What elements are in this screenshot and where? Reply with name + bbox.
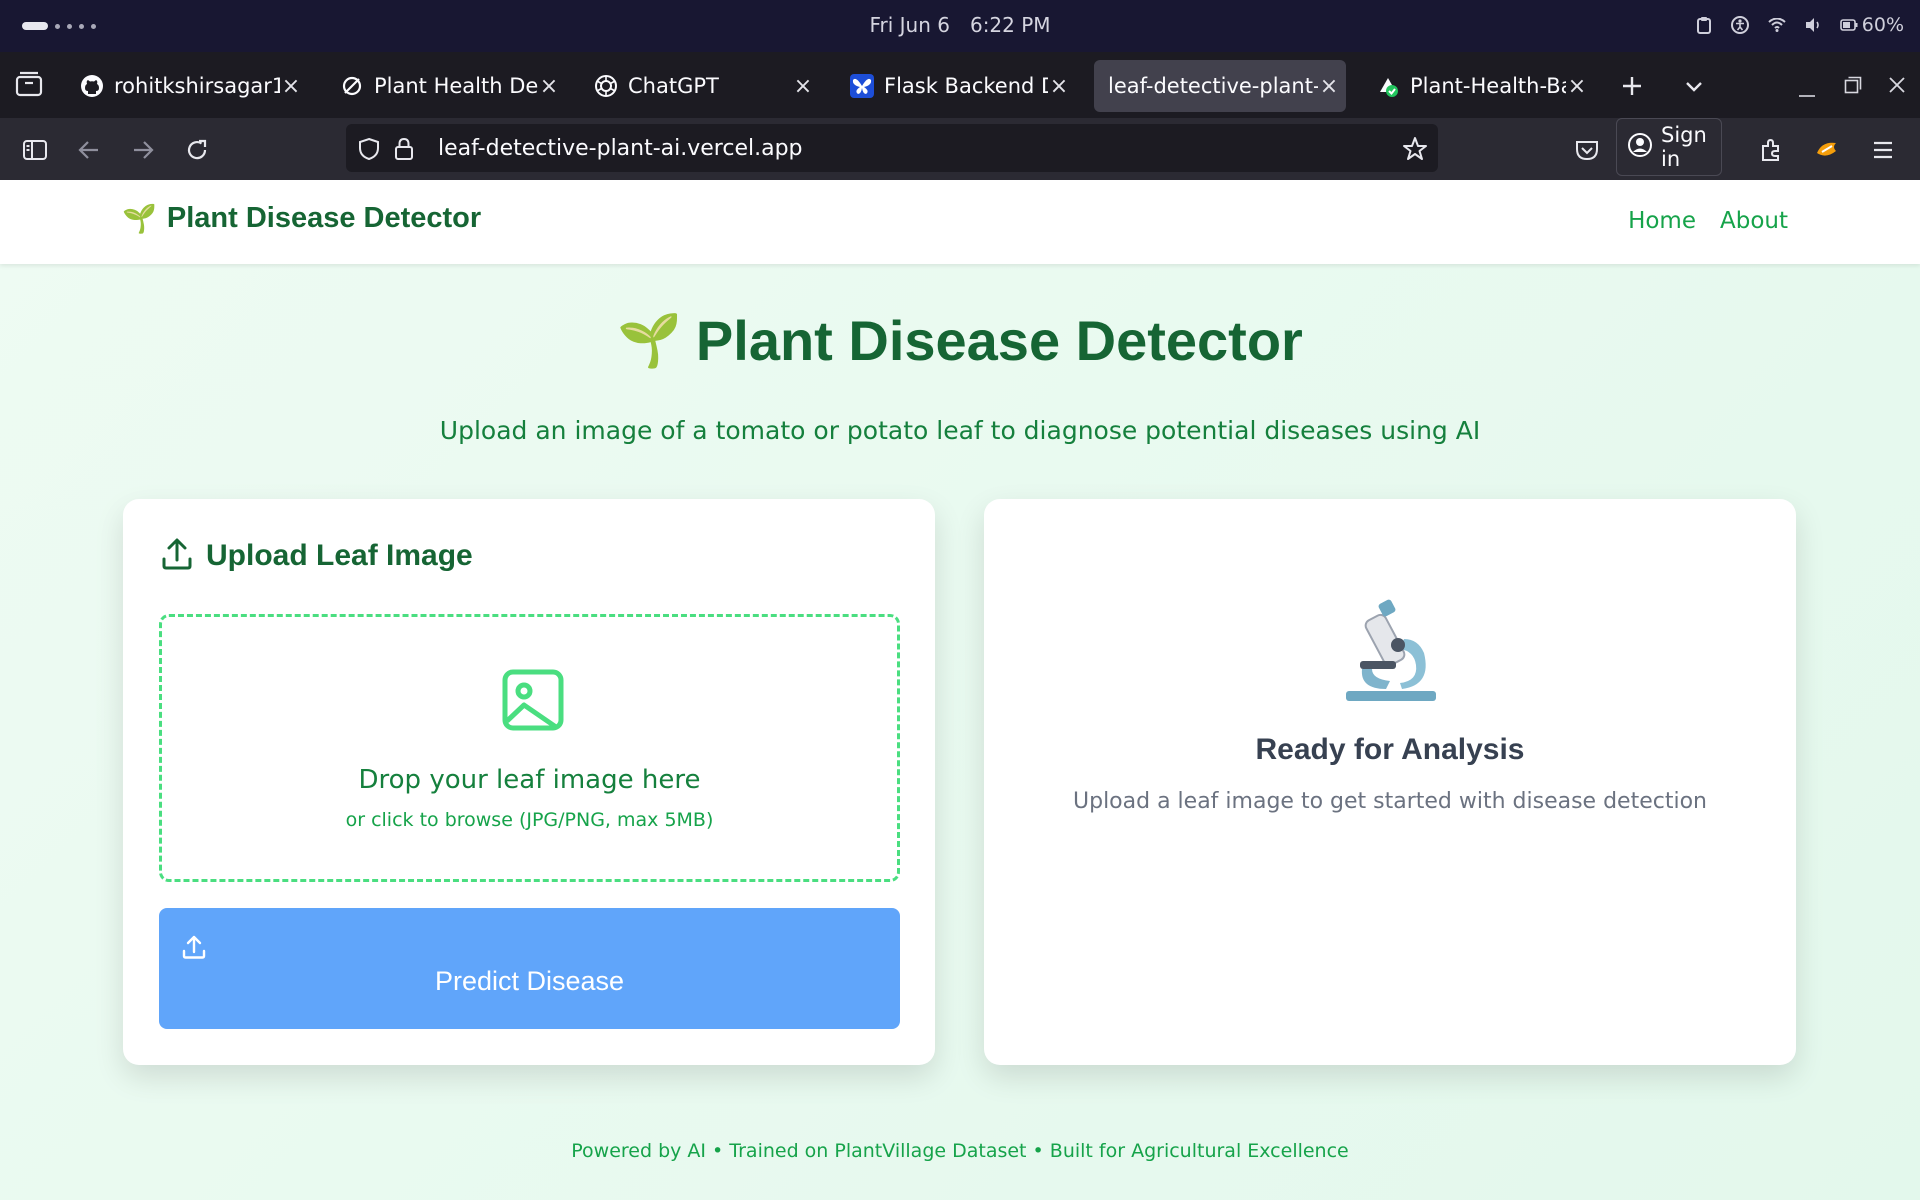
address-bar[interactable]: leaf-detective-plant-ai.vercel.app [346, 124, 1438, 172]
chatgpt-icon [594, 74, 618, 98]
browser-nav-bar: leaf-detective-plant-ai.vercel.app Sign … [0, 118, 1920, 180]
tab-overview-icon[interactable] [14, 71, 46, 101]
os-top-bar: Fri Jun 6 6:22 PM 60% [0, 0, 1920, 52]
sign-in-label: Sign in [1661, 123, 1707, 171]
os-clock[interactable]: Fri Jun 6 6:22 PM [0, 13, 1920, 37]
seedling-icon: 🌱 [617, 312, 682, 370]
nav-link-home[interactable]: Home [1628, 208, 1696, 234]
close-window-icon[interactable] [1888, 76, 1906, 98]
brand-name: Plant Disease Detector [166, 202, 482, 234]
page-title: 🌱 Plant Disease Detector [617, 308, 1303, 373]
hero: 🌱 Plant Disease Detector [0, 308, 1920, 373]
os-time: 6:22 PM [969, 13, 1051, 37]
browser-tab-bar: rohitkshirsagar19 × Plant Health Dete × … [0, 52, 1920, 118]
tab-close-icon[interactable]: × [1048, 74, 1070, 99]
tab-plant-health-backend[interactable]: Plant-Health-Back × [1362, 60, 1594, 112]
workspace-indicator[interactable] [22, 22, 96, 30]
forward-icon[interactable] [128, 135, 158, 165]
deploy-check-icon [1376, 74, 1400, 98]
wifi-icon[interactable] [1768, 18, 1786, 32]
upload-card-header: Upload Leaf Image [160, 537, 473, 575]
sync-icon [340, 74, 364, 98]
tab-title: Flask Backend De [884, 74, 1048, 98]
back-icon[interactable] [74, 135, 104, 165]
system-tray[interactable]: 60% [1696, 14, 1904, 36]
tab-chatgpt[interactable]: ChatGPT × [580, 60, 820, 112]
os-date: Fri Jun 6 [869, 13, 950, 37]
minimize-icon[interactable] [1798, 83, 1816, 102]
battery-percent: 60% [1861, 14, 1904, 36]
github-icon [80, 74, 104, 98]
url-text: leaf-detective-plant-ai.vercel.app [438, 136, 803, 161]
microscope-icon [1340, 599, 1440, 707]
tab-title: rohitkshirsagar19 [114, 74, 280, 98]
site-header: 🌱 Plant Disease Detector Home About [0, 180, 1920, 264]
clipboard-icon[interactable] [1696, 16, 1712, 34]
upload-card-title: Upload Leaf Image [206, 539, 473, 572]
tab-plant-health[interactable]: Plant Health Dete × [326, 60, 566, 112]
tab-list-icon[interactable] [1682, 74, 1706, 101]
battery-indicator[interactable]: 60% [1839, 14, 1904, 36]
web-page: 🌱 Plant Disease Detector Home About 🌱 Pl… [0, 180, 1920, 1200]
dropzone-hint: or click to browse (JPG/PNG, max 5MB) [345, 809, 714, 831]
site-nav: Home About [1628, 208, 1788, 234]
battery-icon [1839, 19, 1858, 31]
tab-close-icon[interactable]: × [792, 74, 814, 99]
sign-in-button[interactable]: Sign in [1616, 118, 1722, 176]
extensions-icon[interactable] [1756, 135, 1786, 165]
butterfly-icon [850, 74, 874, 98]
seedling-icon: 🌱 [122, 202, 157, 235]
lock-icon[interactable] [394, 137, 414, 165]
tab-close-icon[interactable]: × [1566, 74, 1588, 99]
dropzone-title: Drop your leaf image here [358, 765, 701, 795]
tab-flask-backend[interactable]: Flask Backend De × [836, 60, 1076, 112]
predict-disease-button[interactable]: Predict Disease [159, 908, 900, 1029]
app-menu-icon[interactable] [1868, 135, 1898, 165]
new-tab-icon[interactable] [1620, 74, 1644, 101]
tab-close-icon[interactable]: × [538, 74, 560, 99]
account-icon [1627, 132, 1653, 163]
tab-title: Plant Health Dete [374, 74, 538, 98]
result-card: Ready for Analysis Upload a leaf image t… [984, 499, 1796, 1065]
reload-icon[interactable] [182, 135, 212, 165]
result-title: Ready for Analysis [1255, 733, 1525, 766]
tab-close-icon[interactable]: × [1318, 74, 1340, 99]
brand-logo[interactable]: 🌱 Plant Disease Detector [122, 202, 481, 235]
pocket-icon[interactable] [1572, 135, 1602, 165]
bookmark-star-icon[interactable] [1402, 136, 1428, 166]
tab-leaf-detective[interactable]: leaf-detective-plant-a × [1094, 60, 1346, 112]
upload-icon [181, 934, 207, 963]
extension-fox-icon[interactable] [1812, 135, 1842, 165]
tab-close-icon[interactable]: × [280, 74, 302, 99]
tab-github[interactable]: rohitkshirsagar19 × [66, 60, 308, 112]
nav-link-about[interactable]: About [1720, 208, 1788, 234]
page-subtitle: Upload an image of a tomato or potato le… [439, 416, 1481, 445]
image-icon [502, 669, 564, 735]
accessibility-icon[interactable] [1730, 15, 1750, 35]
sidebar-toggle-icon[interactable] [20, 135, 50, 165]
predict-disease-label: Predict Disease [434, 966, 625, 996]
upload-card: Upload Leaf Image Drop your leaf image h… [123, 499, 935, 1065]
upload-icon [160, 537, 194, 575]
page-title-text: Plant Disease Detector [695, 309, 1303, 372]
tab-title: leaf-detective-plant-a [1108, 74, 1318, 98]
tracking-shield-icon[interactable] [358, 137, 380, 165]
volume-icon[interactable] [1804, 17, 1822, 33]
tab-title: ChatGPT [628, 74, 719, 98]
result-subtitle: Upload a leaf image to get started with … [1073, 789, 1707, 814]
restore-icon[interactable] [1844, 76, 1862, 98]
image-dropzone[interactable]: Drop your leaf image here or click to br… [159, 614, 900, 882]
tab-title: Plant-Health-Back [1410, 74, 1566, 98]
site-footer: Powered by AI • Trained on PlantVillage … [571, 1140, 1349, 1162]
